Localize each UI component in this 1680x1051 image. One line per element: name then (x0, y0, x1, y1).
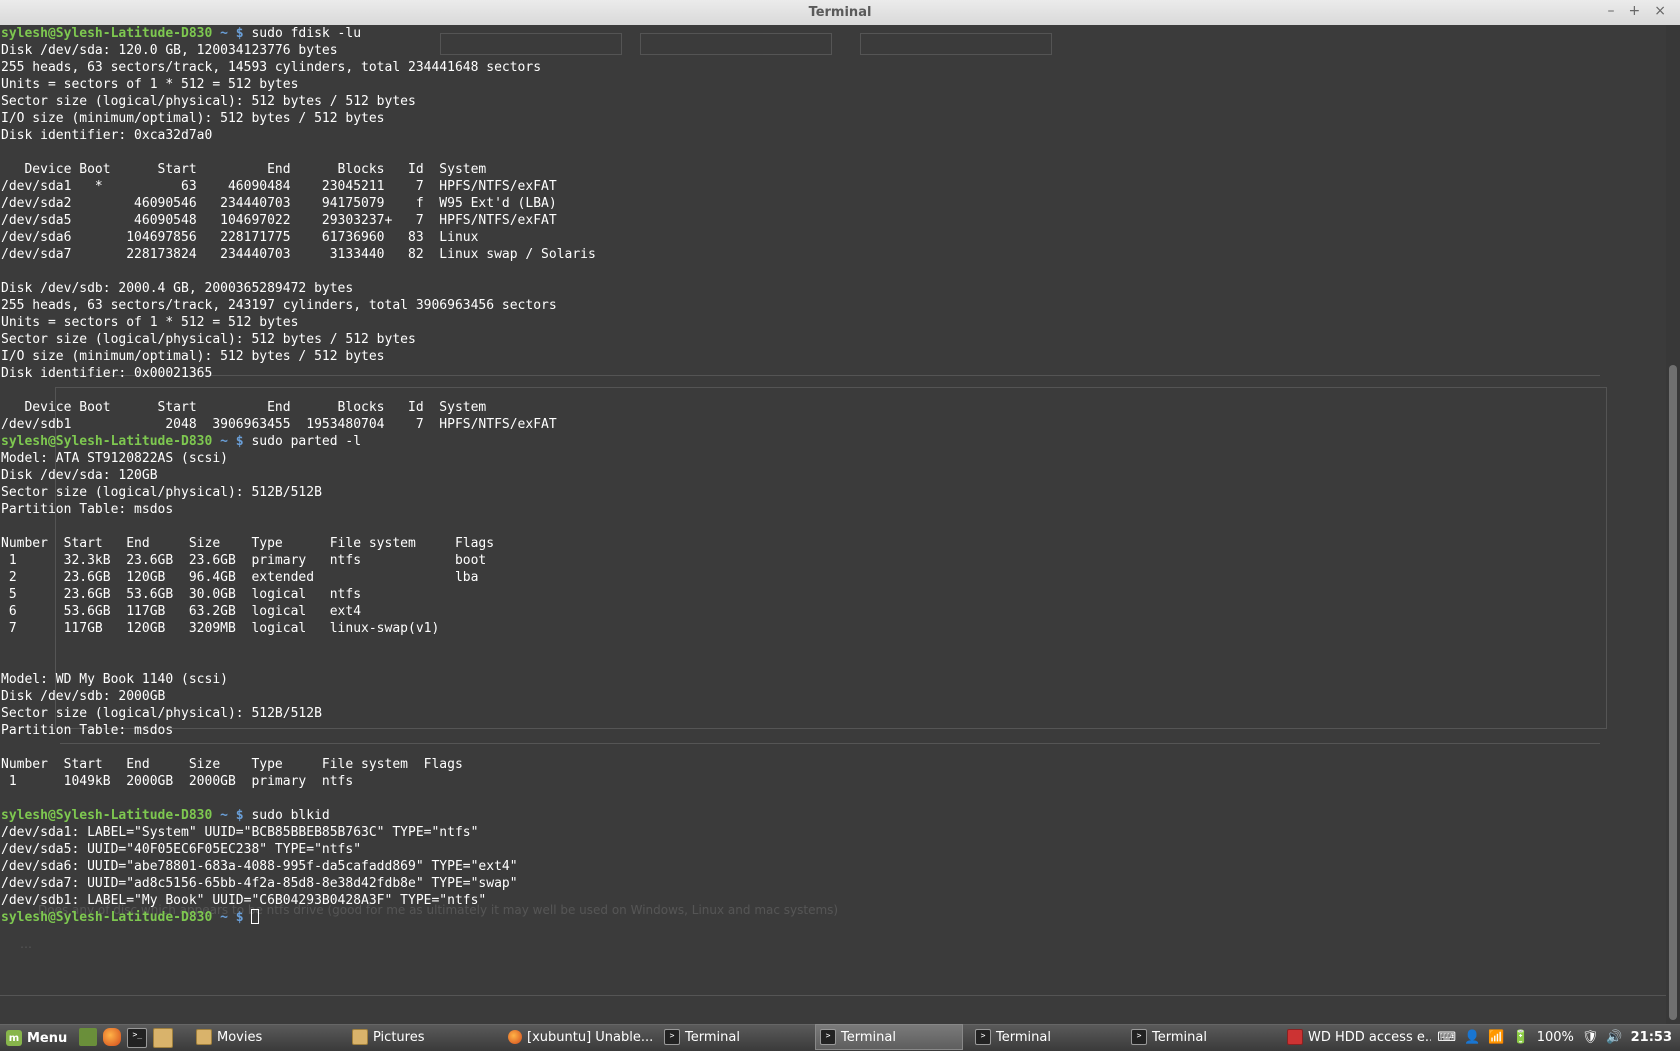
taskbar-window-movies[interactable]: Movies (192, 1024, 340, 1050)
taskbar-window-terminal-3[interactable]: > Terminal (971, 1024, 1119, 1050)
terminal-output: sylesh@Sylesh-Latitude-D830 ~ $ sudo fdi… (1, 25, 596, 926)
terminal-icon: > (1131, 1029, 1147, 1045)
taskbar-window-terminal-1[interactable]: > Terminal (660, 1024, 808, 1050)
start-menu-button[interactable]: m Menu (0, 1025, 75, 1051)
user-icon[interactable]: 👤 (1464, 1030, 1480, 1045)
taskbar-window-label: Terminal (1152, 1029, 1207, 1045)
volume-icon[interactable]: 🔊 (1606, 1030, 1622, 1045)
terminal-icon[interactable]: >_ (127, 1028, 148, 1048)
blkid-output: /dev/sda1: LABEL="System" UUID="BCB85BBE… (1, 825, 518, 908)
window-title: Terminal (808, 5, 872, 20)
parted-output: Model: ATA ST9120822AS (scsi) Disk /dev/… (1, 451, 495, 789)
command-text: sudo fdisk -lu (251, 26, 362, 41)
folder-icon[interactable] (153, 1028, 174, 1048)
scrollbar-thumb[interactable] (1669, 365, 1677, 1020)
mint-logo-icon: m (6, 1030, 22, 1046)
taskbar-window-label: WD HDD access e... (1308, 1029, 1431, 1045)
taskbar-window-label: [xubuntu] Unable... (527, 1029, 652, 1045)
folder-icon (196, 1029, 212, 1045)
maximize-button[interactable]: + (1629, 3, 1641, 19)
firefox-icon[interactable] (103, 1028, 122, 1046)
clock[interactable]: 21:53 (1631, 1030, 1672, 1045)
command-text: sudo blkid (251, 808, 330, 823)
app-icon (1287, 1029, 1303, 1045)
window-titlebar[interactable]: Terminal – + × (0, 0, 1680, 26)
close-button[interactable]: × (1654, 3, 1666, 19)
taskbar-window-browser[interactable]: [xubuntu] Unable... (504, 1024, 652, 1050)
shield-icon[interactable]: 🛡 (1582, 1030, 1599, 1045)
keyboard-icon[interactable]: ⌨ (1437, 1030, 1456, 1045)
system-tray: ⌨ 👤 📶 🔋 100% 🛡 🔊 21:53 (1437, 1024, 1672, 1050)
prompt-user: sylesh@Sylesh-Latitude-D830 (1, 808, 213, 823)
show-desktop-icon[interactable] (79, 1028, 98, 1046)
prompt-user: sylesh@Sylesh-Latitude-D830 (1, 910, 213, 925)
taskbar-window-label: Pictures (373, 1029, 425, 1045)
prompt-user: sylesh@Sylesh-Latitude-D830 (1, 26, 213, 41)
network-icon[interactable]: 📶 (1488, 1030, 1504, 1045)
taskbar-window-label: Terminal (685, 1029, 740, 1045)
folder-icon (352, 1029, 368, 1045)
terminal-icon: > (664, 1029, 680, 1045)
taskbar-window-terminal-active[interactable]: > Terminal (815, 1024, 963, 1050)
terminal-icon: > (975, 1029, 991, 1045)
terminal-scrollbar[interactable] (1666, 25, 1680, 1024)
taskbar-window-label: Terminal (841, 1029, 896, 1045)
terminal-icon: > (820, 1029, 836, 1045)
command-text: sudo parted -l (251, 434, 362, 449)
prompt-path: ~ $ (220, 434, 244, 449)
fdisk-output: Disk /dev/sda: 120.0 GB, 120034123776 by… (1, 43, 596, 432)
text-cursor (251, 909, 260, 924)
firefox-icon (508, 1030, 522, 1044)
prompt-path: ~ $ (220, 910, 244, 925)
taskbar-window-label: Movies (217, 1029, 263, 1045)
prompt-user: sylesh@Sylesh-Latitude-D830 (1, 434, 213, 449)
taskbar-window-wd-hdd[interactable]: WD HDD access e... (1283, 1024, 1431, 1050)
taskbar-window-label: Terminal (996, 1029, 1051, 1045)
taskbar-window-terminal-4[interactable]: > Terminal (1127, 1024, 1275, 1050)
battery-icon[interactable]: 🔋 (1513, 1030, 1529, 1045)
prompt-path: ~ $ (220, 26, 244, 41)
minimize-button[interactable]: – (1608, 3, 1615, 19)
taskbar-window-pictures[interactable]: Pictures (348, 1024, 496, 1050)
terminal-viewport[interactable]: Does any of disc which appears to be ntf… (0, 25, 1666, 1024)
menu-label: Menu (27, 1030, 68, 1046)
prompt-path: ~ $ (220, 808, 244, 823)
battery-level: 100% (1536, 1029, 1574, 1045)
